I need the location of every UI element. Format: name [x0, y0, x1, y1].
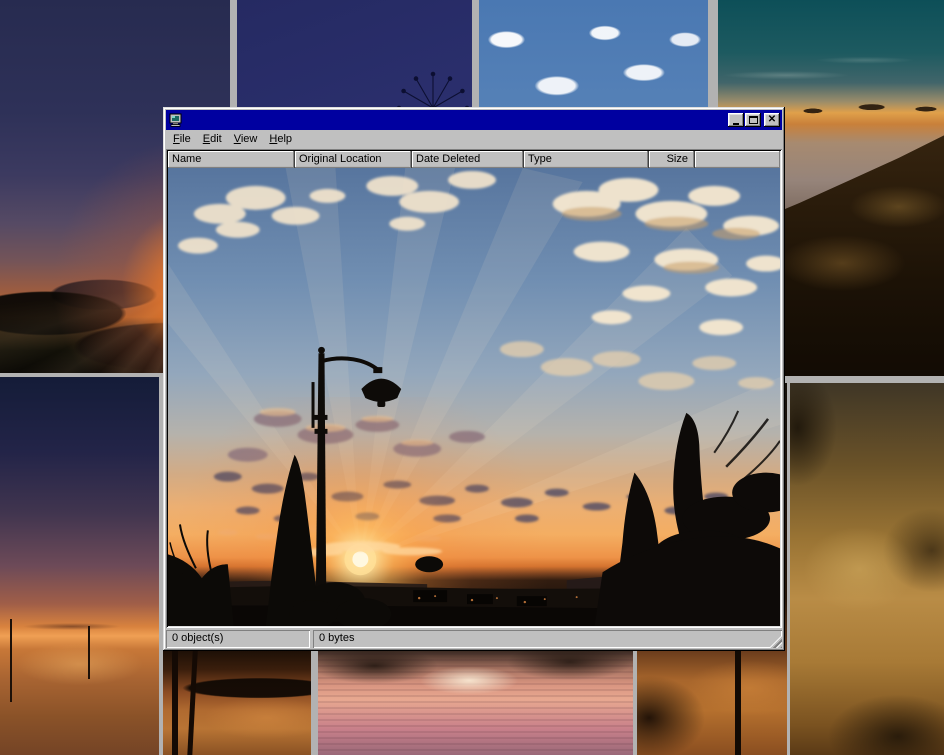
status-byte-count: 0 bytes — [313, 630, 782, 648]
status-object-count: 0 object(s) — [166, 630, 310, 648]
maximize-button[interactable] — [745, 113, 761, 127]
minimize-button[interactable] — [728, 113, 744, 127]
menu-bar: File Edit View Help — [166, 130, 782, 149]
column-header-date-deleted[interactable]: Date Deleted — [412, 151, 524, 168]
client-area-photo[interactable] — [168, 168, 780, 626]
wallpaper-tile-purple-lagoon — [0, 377, 159, 755]
lagoon-pole — [88, 626, 90, 679]
menu-edit[interactable]: Edit — [197, 131, 228, 148]
window-controls: ✕ — [728, 113, 780, 127]
column-header-filler[interactable] — [695, 151, 780, 168]
menu-view[interactable]: View — [228, 131, 264, 148]
computer-app-icon[interactable] — [168, 112, 184, 128]
recycle-bin-window: ✕ File Edit View Help Name Original Loca… — [163, 107, 785, 651]
column-header-name[interactable]: Name — [168, 151, 295, 168]
title-bar[interactable]: ✕ — [166, 110, 782, 130]
status-bar: 0 object(s) 0 bytes — [166, 628, 782, 648]
column-header-size[interactable]: Size — [649, 151, 695, 168]
menu-help[interactable]: Help — [263, 131, 298, 148]
column-header-row: Name Original Location Date Deleted Type… — [168, 151, 780, 168]
menu-file[interactable]: File — [167, 131, 197, 148]
wallpaper-tile-golden-haze — [790, 383, 944, 755]
lagoon-pole — [10, 619, 12, 702]
sunset-lamp-post-illustration — [168, 168, 780, 626]
column-header-type[interactable]: Type — [524, 151, 649, 168]
minimize-icon — [733, 123, 739, 125]
desktop: { "desktop": { "gap_color": "#b2b2b2", "… — [0, 0, 944, 755]
file-list-view: Name Original Location Date Deleted Type… — [166, 149, 782, 628]
column-header-original-location[interactable]: Original Location — [295, 151, 412, 168]
close-button[interactable]: ✕ — [764, 113, 780, 127]
maximize-icon — [749, 116, 758, 124]
close-icon: ✕ — [768, 115, 776, 125]
